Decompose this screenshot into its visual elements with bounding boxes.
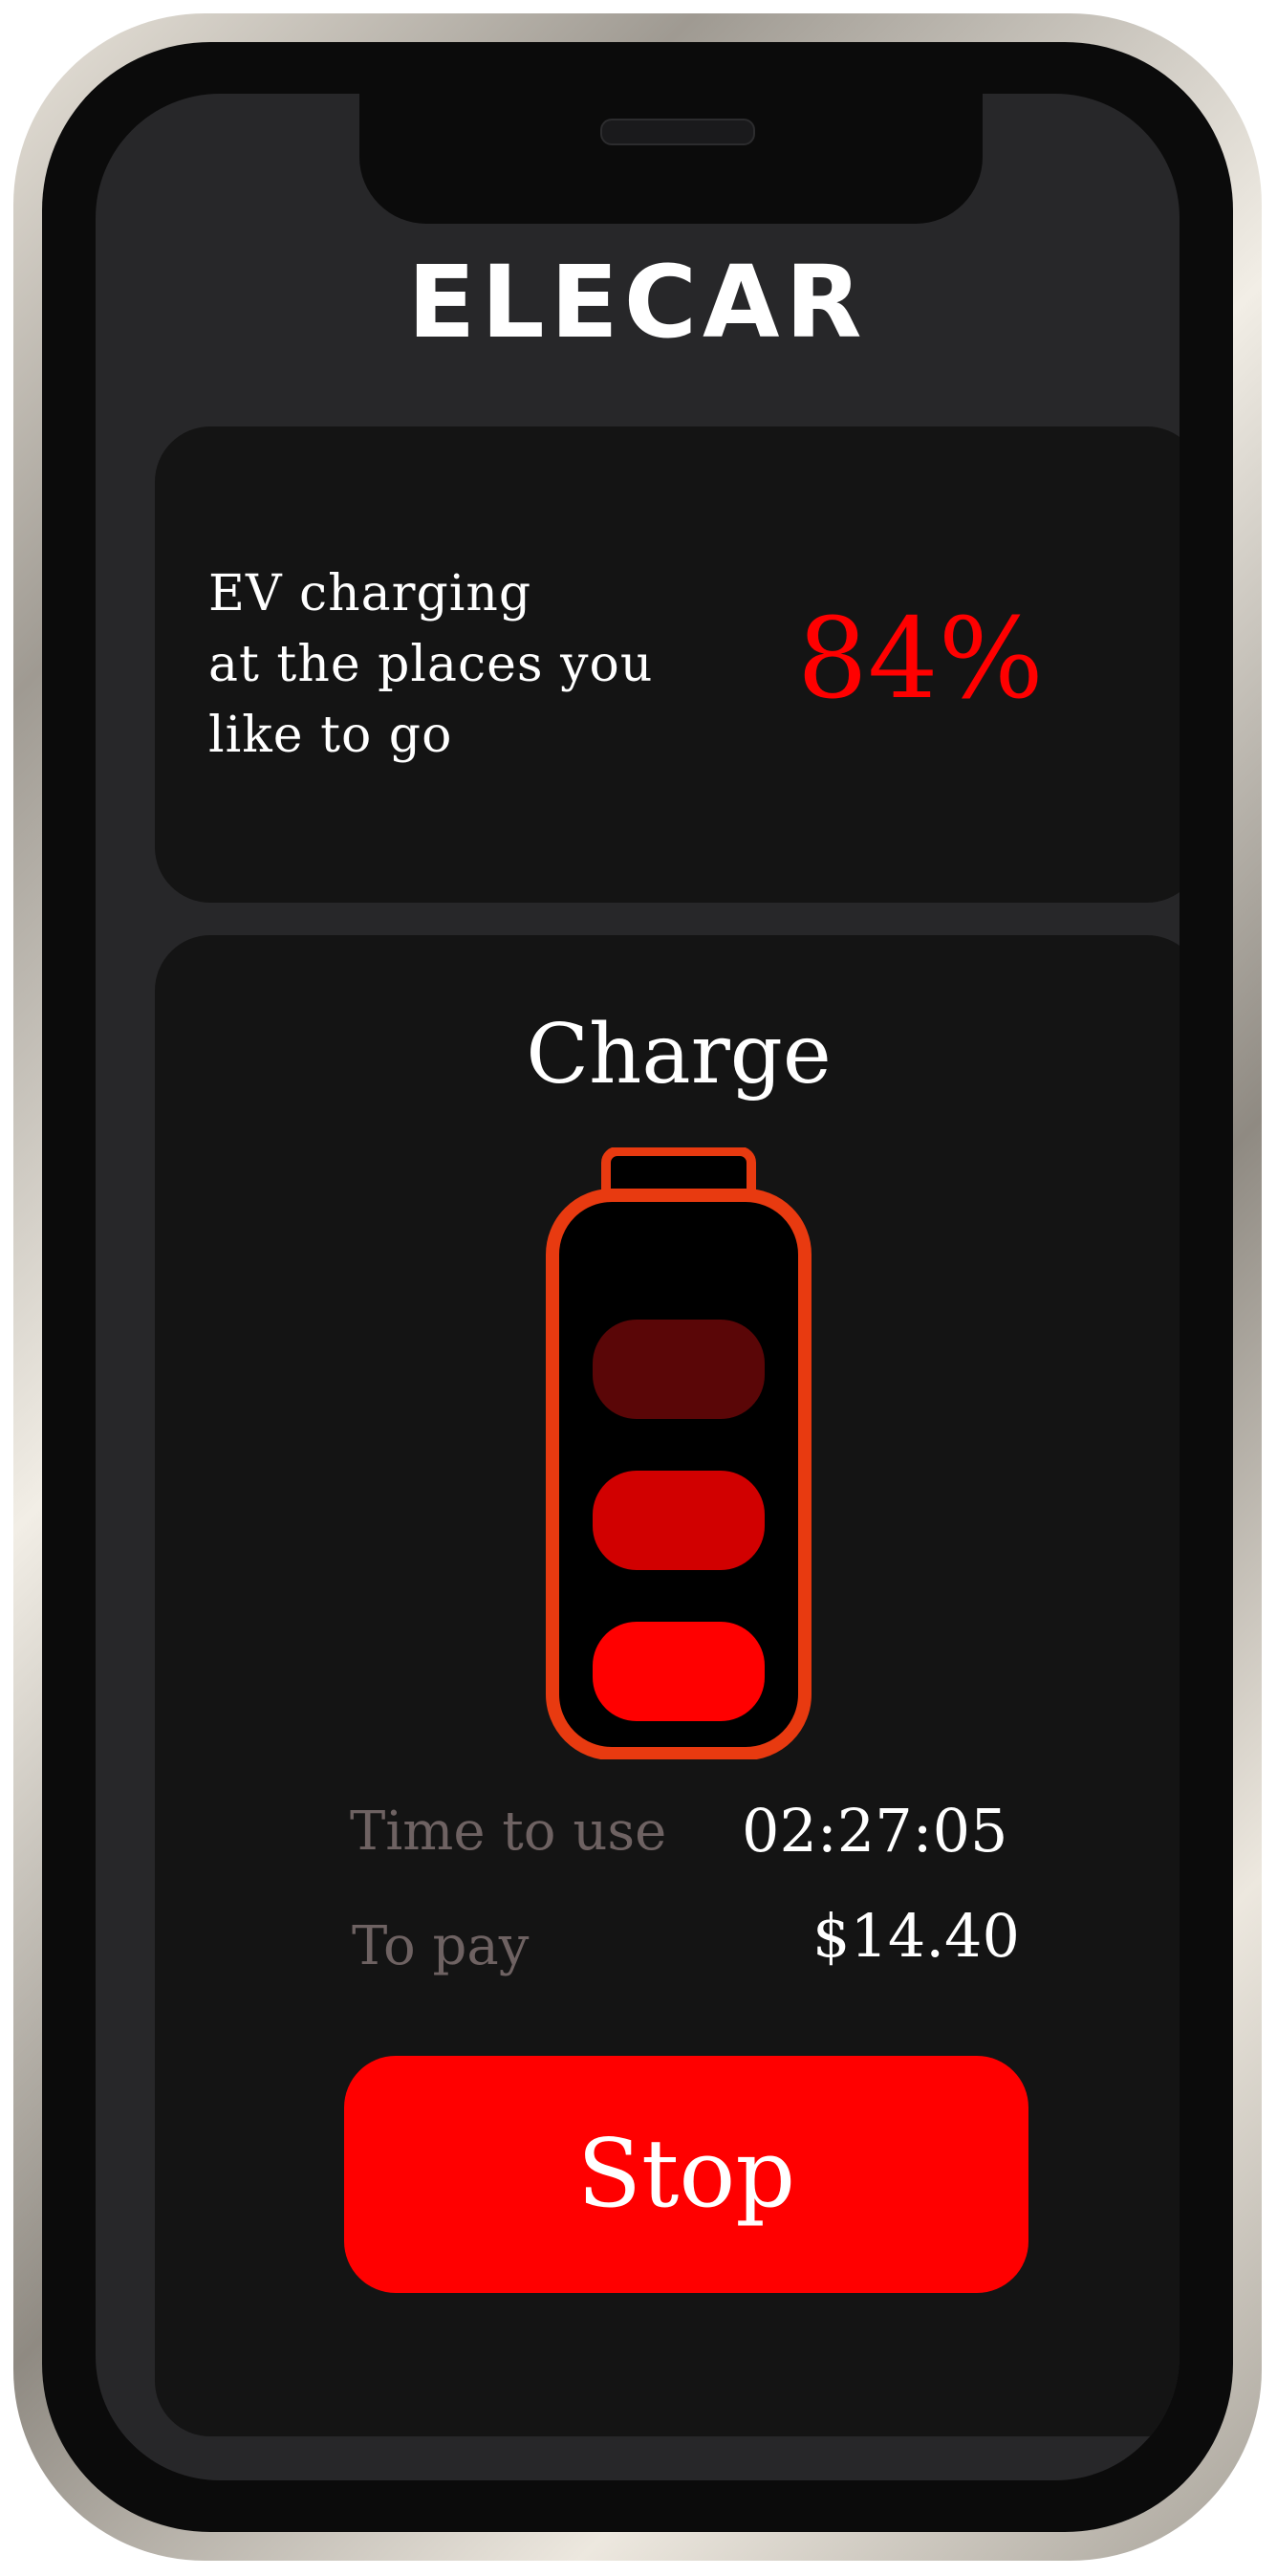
charge-card: Charge Time to use 02:27:05 To pay $14.4… — [155, 935, 1180, 2436]
time-to-use-value: 02:27:05 — [742, 1796, 1008, 1866]
phone-bezel: ELECAR EV charging at the places you lik… — [42, 42, 1233, 2532]
tagline-line-1: EV charging — [208, 565, 532, 622]
battery-charging-icon — [545, 1147, 812, 1759]
battery-bar-bottom — [593, 1622, 765, 1721]
app-logo: ELECAR — [407, 244, 868, 360]
app-screen: ELECAR EV charging at the places you lik… — [96, 94, 1180, 2480]
phone-frame: ELECAR EV charging at the places you lik… — [13, 13, 1262, 2561]
time-to-use-label: Time to use — [350, 1801, 667, 1863]
to-pay-label: To pay — [352, 1915, 530, 1977]
charge-percentage: 84% — [797, 595, 1044, 724]
tagline-line-2: at the places you — [208, 636, 654, 693]
battery-bar-middle — [593, 1471, 765, 1570]
to-pay-value: $14.40 — [812, 1901, 1020, 1971]
promo-tagline: EV charging at the places you like to go — [208, 558, 705, 771]
tagline-line-3: like to go — [208, 707, 453, 764]
camera-notch — [359, 94, 983, 224]
speaker-grille — [600, 119, 755, 145]
promo-card: EV charging at the places you like to go… — [155, 426, 1180, 903]
battery-bar-top — [593, 1320, 765, 1419]
stop-button[interactable]: Stop — [344, 2056, 1028, 2293]
charge-title: Charge — [526, 1007, 832, 1102]
